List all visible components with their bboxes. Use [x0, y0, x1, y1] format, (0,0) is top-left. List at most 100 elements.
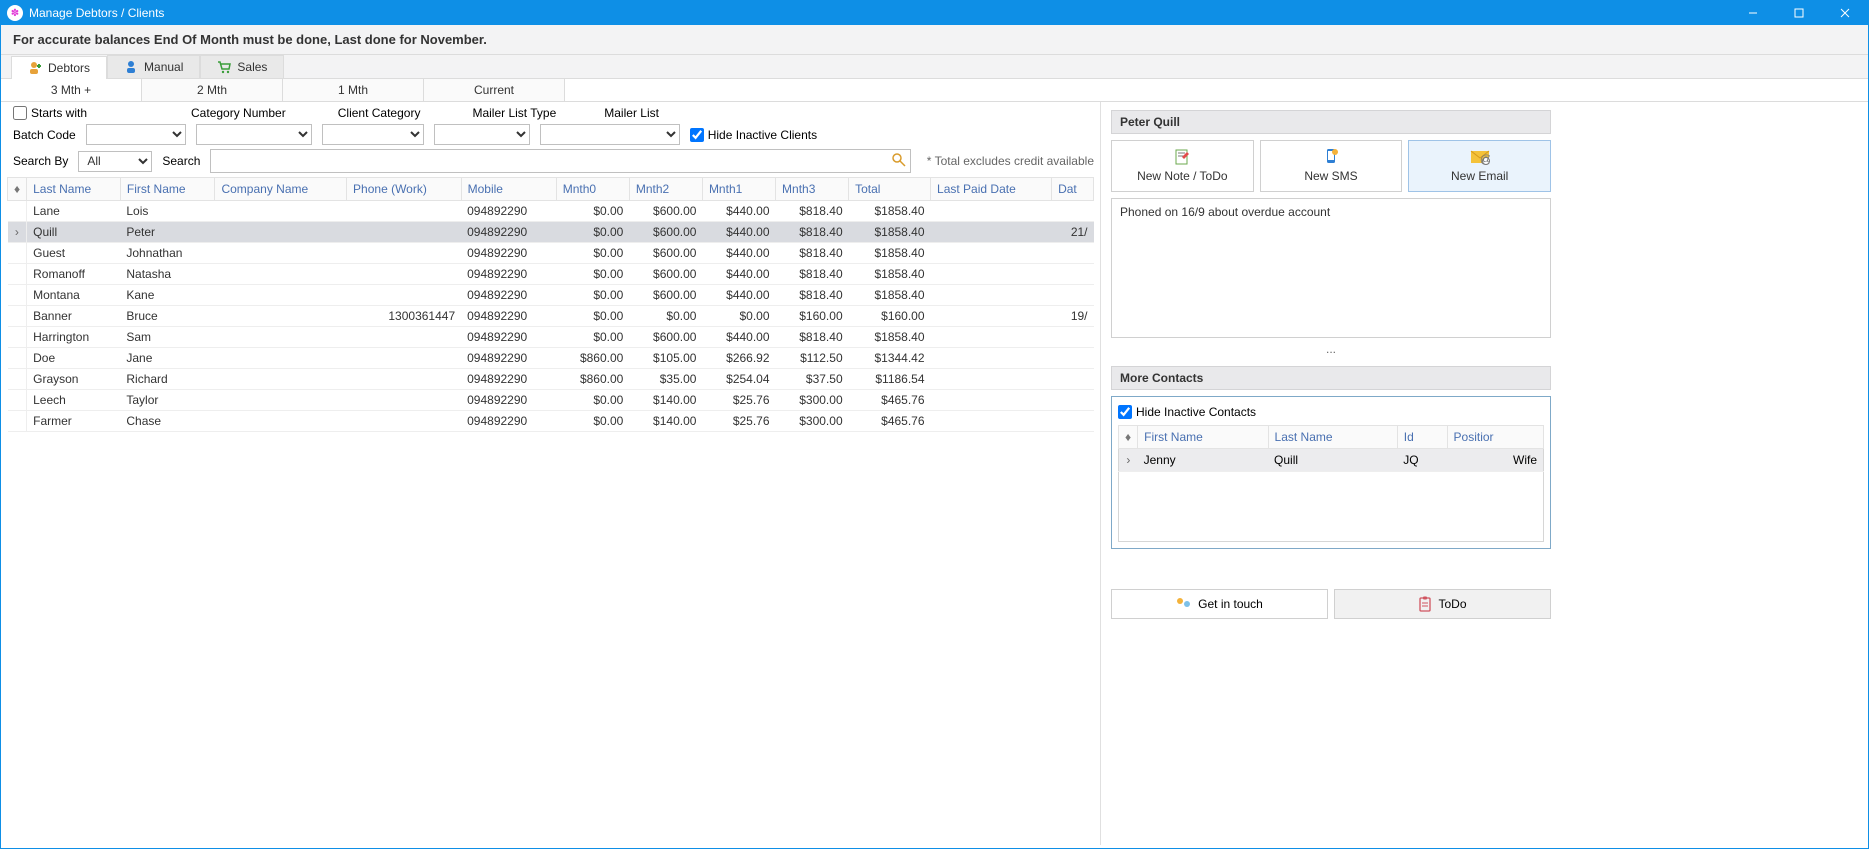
table-row[interactable]: LeechTaylor094892290$0.00$140.00$25.76$3… [8, 390, 1094, 411]
cell-phone [347, 264, 462, 285]
todo-button[interactable]: ToDo [1334, 589, 1551, 619]
cell-total: $1858.40 [849, 285, 931, 306]
col-first-name[interactable]: First Name [1138, 426, 1268, 449]
cart-icon [217, 60, 231, 74]
cell-m3: $818.40 [776, 264, 849, 285]
close-button[interactable] [1822, 1, 1868, 25]
cell-mobile: 094892290 [461, 264, 556, 285]
row-indicator [8, 390, 27, 411]
cell-phone [347, 243, 462, 264]
cell-lpd [931, 327, 1052, 348]
total-footnote: * Total excludes credit available [927, 154, 1094, 168]
table-row[interactable]: HarringtonSam094892290$0.00$600.00$440.0… [8, 327, 1094, 348]
cell-pos: Wife [1447, 449, 1543, 472]
col-position[interactable]: Positior [1447, 426, 1543, 449]
new-sms-button[interactable]: New SMS [1260, 140, 1403, 192]
table-row[interactable]: BannerBruce1300361447094892290$0.00$0.00… [8, 306, 1094, 327]
batch-code-select[interactable] [86, 124, 186, 145]
col-mobile[interactable]: Mobile [461, 178, 556, 201]
subtab-3mth[interactable]: 3 Mth + [1, 79, 142, 101]
row-indicator [8, 243, 27, 264]
col-company[interactable]: Company Name [215, 178, 347, 201]
col-mnth3[interactable]: Mnth3 [776, 178, 849, 201]
cell-phone [347, 369, 462, 390]
cell-last: Guest [27, 243, 121, 264]
search-icon[interactable] [891, 152, 907, 168]
subtab-2mth[interactable]: 2 Mth [142, 79, 283, 101]
cell-lpd [931, 222, 1052, 243]
cell-phone [347, 390, 462, 411]
cell-m0: $0.00 [556, 327, 629, 348]
mailer-list-type-select[interactable] [434, 124, 530, 145]
table-row[interactable]: RomanoffNatasha094892290$0.00$600.00$440… [8, 264, 1094, 285]
expand-ellipsis[interactable]: ... [1111, 342, 1551, 356]
cell-total: $1186.54 [849, 369, 931, 390]
cell-m0: $0.00 [556, 222, 629, 243]
col-id[interactable]: Id [1397, 426, 1447, 449]
tab-label: Sales [237, 60, 267, 74]
col-mnth0[interactable]: Mnth0 [556, 178, 629, 201]
cell-m2: $600.00 [629, 285, 702, 306]
chat-icon [1176, 597, 1192, 611]
col-mnth1[interactable]: Mnth1 [702, 178, 775, 201]
col-last-name[interactable]: Last Name [1268, 426, 1397, 449]
maximize-button[interactable] [1776, 1, 1822, 25]
batch-code-label: Batch Code [13, 128, 76, 142]
cell-company [215, 327, 347, 348]
subtab-1mth[interactable]: 1 Mth [283, 79, 424, 101]
minimize-button[interactable] [1730, 1, 1776, 25]
cell-total: $465.76 [849, 411, 931, 432]
cell-lpd [931, 243, 1052, 264]
cell-first: Lois [120, 201, 215, 222]
cell-first: Natasha [120, 264, 215, 285]
get-in-touch-button[interactable]: Get in touch [1111, 589, 1328, 619]
table-row[interactable]: › Jenny Quill JQ Wife [1119, 449, 1544, 472]
row-indicator [8, 201, 27, 222]
new-email-button[interactable]: @ New Email [1408, 140, 1551, 192]
cell-first: Richard [120, 369, 215, 390]
table-row[interactable]: GuestJohnathan094892290$0.00$600.00$440.… [8, 243, 1094, 264]
cell-total: $1858.40 [849, 222, 931, 243]
col-mnth2[interactable]: Mnth2 [629, 178, 702, 201]
tab-sales[interactable]: Sales [200, 55, 284, 78]
cell-mobile: 094892290 [461, 327, 556, 348]
col-dat[interactable]: Dat [1052, 178, 1094, 201]
hide-inactive-contacts-checkbox[interactable]: Hide Inactive Contacts [1118, 405, 1544, 419]
tab-manual[interactable]: Manual [107, 55, 200, 78]
cell-last: Romanoff [27, 264, 121, 285]
mailer-list-label: Mailer List [604, 106, 659, 120]
search-by-select[interactable]: All [78, 151, 152, 172]
category-number-select[interactable] [196, 124, 312, 145]
table-row[interactable]: MontanaKane094892290$0.00$600.00$440.00$… [8, 285, 1094, 306]
table-row[interactable]: GraysonRichard094892290$860.00$35.00$254… [8, 369, 1094, 390]
cell-first: Kane [120, 285, 215, 306]
mailer-list-select[interactable] [540, 124, 680, 145]
row-selector-header[interactable]: ♦ [8, 178, 27, 201]
cell-company [215, 369, 347, 390]
col-total[interactable]: Total [849, 178, 931, 201]
hide-inactive-clients-checkbox[interactable]: Hide Inactive Clients [690, 128, 817, 142]
col-last-name[interactable]: Last Name [27, 178, 121, 201]
table-row[interactable]: LaneLois094892290$0.00$600.00$440.00$818… [8, 201, 1094, 222]
subtab-current[interactable]: Current [424, 79, 565, 101]
search-input[interactable] [210, 149, 910, 173]
table-row[interactable]: ›QuillPeter094892290$0.00$600.00$440.00$… [8, 222, 1094, 243]
new-note-button[interactable]: New Note / ToDo [1111, 140, 1254, 192]
tab-debtors[interactable]: Debtors [11, 56, 107, 79]
cell-m3: $300.00 [776, 390, 849, 411]
cell-first: Bruce [120, 306, 215, 327]
table-row[interactable]: FarmerChase094892290$0.00$140.00$25.76$3… [8, 411, 1094, 432]
cell-mobile: 094892290 [461, 411, 556, 432]
cell-lpd [931, 285, 1052, 306]
table-row[interactable]: DoeJane094892290$860.00$105.00$266.92$11… [8, 348, 1094, 369]
app-icon: ✽ [7, 5, 23, 21]
cell-m1: $25.76 [702, 390, 775, 411]
starts-with-checkbox[interactable]: Starts with [13, 106, 87, 120]
row-selector-header[interactable]: ♦ [1119, 426, 1138, 449]
col-phone-work[interactable]: Phone (Work) [347, 178, 462, 201]
cell-first: Sam [120, 327, 215, 348]
col-last-paid[interactable]: Last Paid Date [931, 178, 1052, 201]
notes-textarea[interactable]: Phoned on 16/9 about overdue account [1111, 198, 1551, 338]
col-first-name[interactable]: First Name [120, 178, 215, 201]
client-category-select[interactable] [322, 124, 424, 145]
